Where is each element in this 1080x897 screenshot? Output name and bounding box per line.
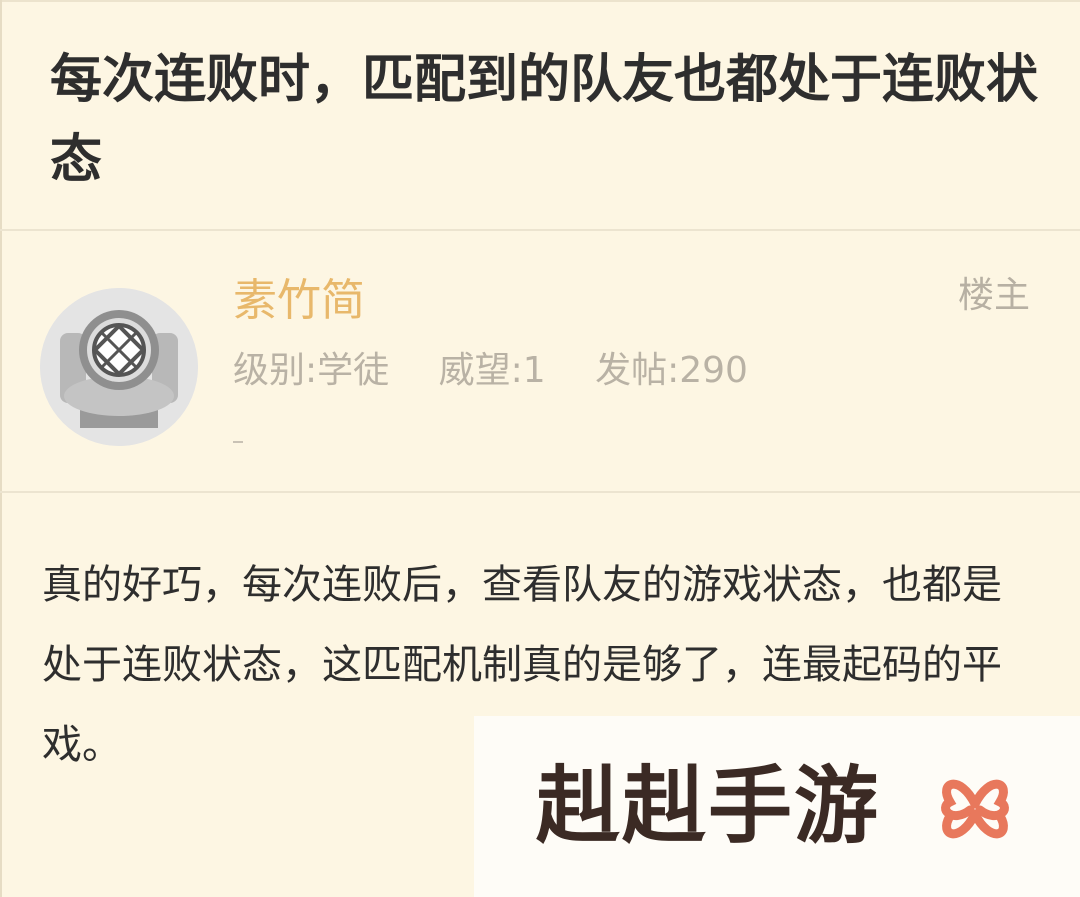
author-section: 素竹简 楼主 级别:学徒 威望:1 发帖:290 [0,231,1080,491]
avatar[interactable] [40,288,198,446]
post-page: 每次连败时，匹配到的队友也都处于连败状态 素竹简 楼主 级别:学徒 威望:1 发… [0,0,1080,897]
author-posts: 发帖:290 [595,350,748,391]
dash-mark [233,441,243,443]
author-stats: 级别:学徒 威望:1 发帖:290 [233,346,786,396]
divider [0,491,1080,493]
author-prestige: 威望:1 [438,350,546,391]
op-badge: 楼主 [957,275,1030,316]
watermark: 赳赳手游 [474,716,1080,897]
author-name[interactable]: 素竹简 [233,271,365,331]
watermark-text: 赳赳手游 [536,757,881,855]
title-section: 每次连败时，匹配到的队友也都处于连败状态 [0,0,1080,229]
flower-logo-icon [941,779,1009,839]
thread-title: 每次连败时，匹配到的队友也都处于连败状态 [50,50,1039,190]
diver-helmet-icon [40,288,198,446]
author-level: 级别:学徒 [233,350,390,391]
